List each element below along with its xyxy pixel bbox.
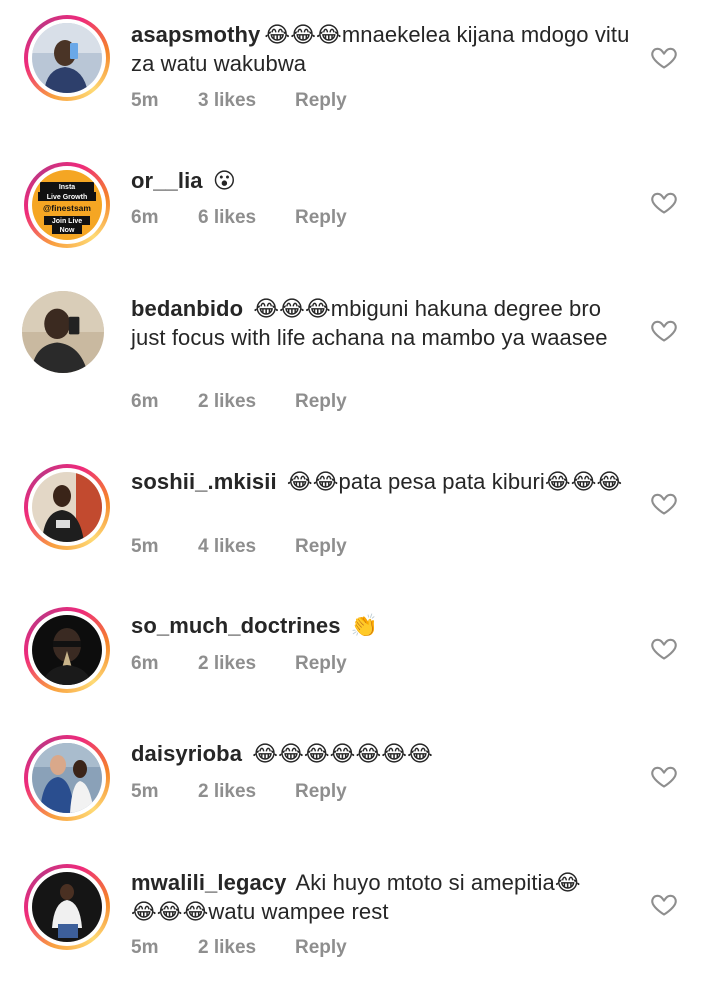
comment-meta: 6m 6 likes Reply xyxy=(131,207,347,229)
avatar-photo xyxy=(22,291,104,373)
comment-emoji: 😂😂😂 xyxy=(264,23,342,48)
avatar[interactable] xyxy=(24,464,110,550)
avatar-photo xyxy=(32,23,102,93)
comment-meta: 6m 2 likes Reply xyxy=(131,391,347,413)
comment-likes[interactable]: 2 likes xyxy=(198,653,295,675)
comment-emoji: 😂😂😂 xyxy=(544,470,623,495)
comment-likes[interactable]: 6 likes xyxy=(198,207,295,229)
avatar-photo xyxy=(32,872,102,942)
svg-text:Join Live: Join Live xyxy=(52,218,82,225)
avatar[interactable] xyxy=(24,864,110,950)
comment-time: 5m xyxy=(131,90,159,111)
comment-emoji: 😂😂 xyxy=(286,470,339,495)
comment-username[interactable]: or__lia xyxy=(131,168,203,193)
heart-icon[interactable] xyxy=(650,634,678,662)
comment-username[interactable]: soshii_.mkisii xyxy=(131,469,277,494)
comment-meta: 5m 4 likes Reply xyxy=(131,536,347,558)
comment-time: 5m xyxy=(131,536,159,557)
heart-icon[interactable] xyxy=(650,890,678,918)
comment-username[interactable]: bedanbido xyxy=(131,296,243,321)
comment-time: 6m xyxy=(131,207,159,228)
comment-meta: 6m 2 likes Reply xyxy=(131,653,347,675)
comment-time: 5m xyxy=(131,937,159,958)
comment-text: watu wampee rest xyxy=(208,899,389,924)
comment-time: 6m xyxy=(131,391,159,412)
svg-text:Live Growth: Live Growth xyxy=(47,194,87,201)
comment-time: 5m xyxy=(131,781,159,802)
heart-icon[interactable] xyxy=(650,316,678,344)
comment-text: Aki huyo mtoto si amepitia xyxy=(295,870,555,895)
comment-username[interactable]: mwalili_legacy xyxy=(131,870,287,895)
reply-button[interactable]: Reply xyxy=(295,207,347,229)
avatar[interactable] xyxy=(24,15,110,101)
comment-emoji: 👏 xyxy=(350,614,379,639)
reply-button[interactable]: Reply xyxy=(295,536,347,558)
comment-emoji: 😂 xyxy=(554,871,581,896)
heart-icon[interactable] xyxy=(650,489,678,517)
svg-text:@finestsam: @finestsam xyxy=(43,203,91,213)
comment-emoji: 😂😂😂 xyxy=(253,297,331,322)
svg-text:Now: Now xyxy=(60,227,75,234)
comment-likes[interactable]: 3 likes xyxy=(198,90,295,112)
comment-emoji: 😂😂😂😂😂😂😂 xyxy=(252,742,433,767)
promo-avatar: Insta Live Growth @finestsam Join Live N… xyxy=(32,170,102,240)
reply-button[interactable]: Reply xyxy=(295,653,347,675)
comment-likes[interactable]: 2 likes xyxy=(198,781,295,803)
comment-likes[interactable]: 2 likes xyxy=(198,391,295,413)
avatar-photo xyxy=(32,615,102,685)
comment-likes[interactable]: 4 likes xyxy=(198,536,295,558)
avatar-photo xyxy=(32,743,102,813)
comment-emoji: 😮 xyxy=(212,169,236,194)
avatar-photo xyxy=(32,472,102,542)
comment-emoji: 😂😂😂 xyxy=(131,900,209,925)
comment-meta: 5m 2 likes Reply xyxy=(131,937,347,959)
comment-likes[interactable]: 2 likes xyxy=(198,937,295,959)
heart-icon[interactable] xyxy=(650,762,678,790)
comment-time: 6m xyxy=(131,653,159,674)
avatar[interactable] xyxy=(24,607,110,693)
avatar[interactable] xyxy=(24,735,110,821)
reply-button[interactable]: Reply xyxy=(295,90,347,112)
avatar[interactable]: Insta Live Growth @finestsam Join Live N… xyxy=(24,162,110,248)
avatar[interactable] xyxy=(22,291,110,379)
reply-button[interactable]: Reply xyxy=(295,937,347,959)
comment-meta: 5m 2 likes Reply xyxy=(131,781,347,803)
heart-icon[interactable] xyxy=(650,188,678,216)
reply-button[interactable]: Reply xyxy=(295,781,347,803)
reply-button[interactable]: Reply xyxy=(295,391,347,413)
comment-username[interactable]: asapsmothy xyxy=(131,22,260,47)
svg-text:Insta: Insta xyxy=(59,184,75,191)
heart-icon[interactable] xyxy=(650,43,678,71)
comment-username[interactable]: daisyrioba xyxy=(131,741,242,766)
comment-text: pata pesa pata kiburi xyxy=(338,469,545,494)
comment-username[interactable]: so_much_doctrines xyxy=(131,613,341,638)
comment-meta: 5m 3 likes Reply xyxy=(131,90,347,112)
